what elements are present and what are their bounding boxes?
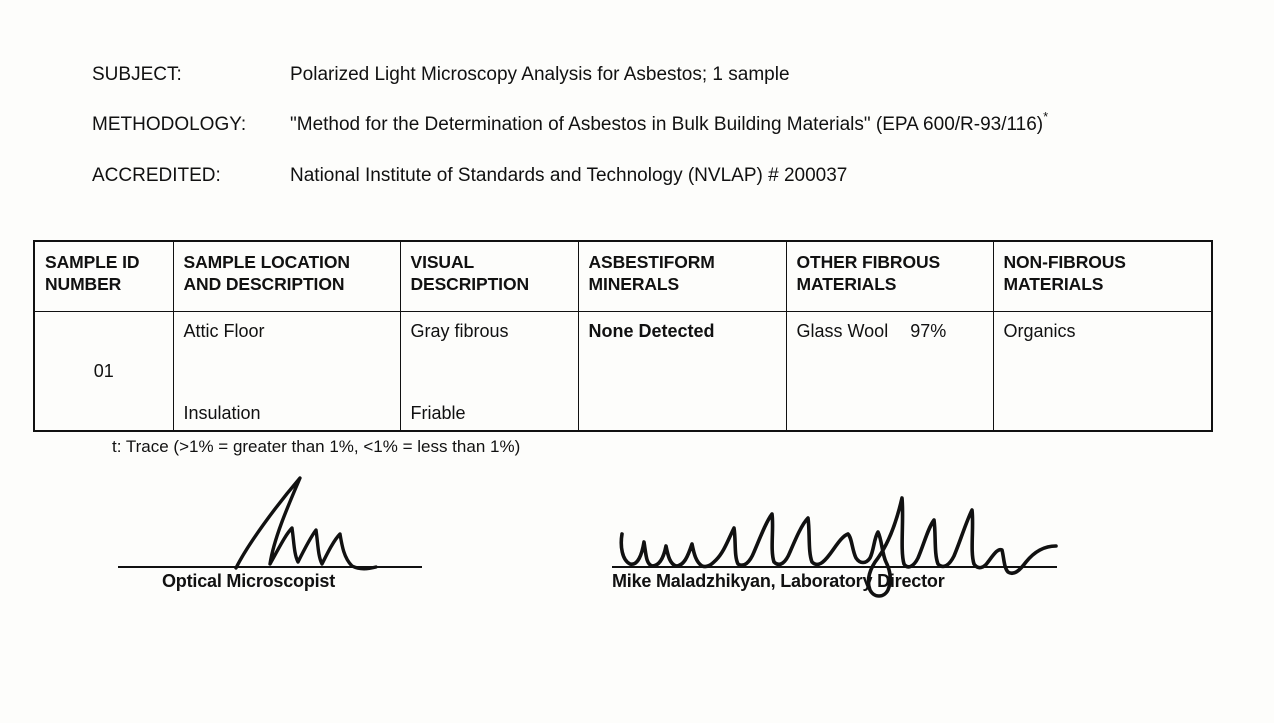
visual-description-top: Gray fibrous <box>410 321 509 341</box>
column-header-line1: VISUAL <box>410 252 475 272</box>
meta-value-accredited: National Institute of Standards and Tech… <box>290 165 848 186</box>
other-fibrous-material-percent: 97% <box>910 321 947 341</box>
column-header-line2: MATERIALS <box>1003 274 1104 294</box>
meta-line-subject: SUBJECT: Polarized Light Microscopy Analy… <box>92 64 790 86</box>
column-header-visual-description: VISUAL DESCRIPTION <box>399 240 579 312</box>
column-header-line2: MINERALS <box>588 274 680 294</box>
meta-line-accredited: ACCREDITED: National Institute of Standar… <box>92 165 847 187</box>
sample-location-stack: Attic Floor Insulation <box>174 312 400 430</box>
table-row: 01 Attic Floor Insulation Gray fibrous F… <box>33 311 1213 432</box>
cell-visual-description: Gray fibrous Friable <box>399 311 579 432</box>
asbestiform-minerals-value: None Detected <box>588 321 715 341</box>
sample-id-value: 01 <box>93 360 114 381</box>
asbestiform-minerals-stack: None Detected <box>579 312 786 430</box>
table-header-row: SAMPLE ID NUMBER SAMPLE LOCATION AND DES… <box>33 240 1213 312</box>
visual-description-stack: Gray fibrous Friable <box>401 312 578 430</box>
meta-label-methodology: METHODOLOGY: <box>92 114 247 135</box>
meta-value-methodology: "Method for the Determination of Asbesto… <box>290 114 1044 135</box>
meta-label-subject: SUBJECT: <box>92 64 182 85</box>
cell-sample-location: Attic Floor Insulation <box>172 311 401 432</box>
other-fibrous-material-name: Glass Wool <box>796 321 889 341</box>
signature-block-optical-microscopist: Optical Microscopist <box>118 470 428 595</box>
meta-label-accredited: ACCREDITED: <box>92 165 221 186</box>
column-header-line2: AND DESCRIPTION <box>183 274 345 294</box>
document-page: SUBJECT: Polarized Light Microscopy Analy… <box>0 0 1274 723</box>
column-header-asbestiform-minerals: ASBESTIFORM MINERALS <box>577 240 787 312</box>
other-fibrous-materials-row: Glass Wool 97% <box>797 320 993 342</box>
meta-line-methodology: METHODOLOGY: "Method for the Determinatio… <box>92 110 1048 136</box>
non-fibrous-materials-value: Organics <box>1003 321 1076 341</box>
signature-caption-laboratory-director: Mike Maladzhikyan, Laboratory Director <box>612 571 945 591</box>
other-fibrous-materials-stack: Glass Wool 97% <box>787 312 993 430</box>
column-header-line2: MATERIALS <box>796 274 897 294</box>
column-header-line1: ASBESTIFORM <box>588 252 715 272</box>
signature-rule <box>118 566 422 568</box>
signature-caption-optical-microscopist: Optical Microscopist <box>162 571 336 591</box>
column-header-sample-location: SAMPLE LOCATION AND DESCRIPTION <box>172 240 401 312</box>
cell-non-fibrous-materials: Organics <box>992 311 1213 432</box>
footnote-marker-asterisk: * <box>1043 108 1049 124</box>
sample-location-bottom: Insulation <box>183 403 261 423</box>
column-header-line1: OTHER FIBROUS <box>796 252 941 272</box>
column-header-line2: DESCRIPTION <box>410 274 530 294</box>
non-fibrous-materials-stack: Organics <box>994 312 1212 430</box>
table-footnote: t: Trace (>1% = greater than 1%, <1% = l… <box>112 437 521 456</box>
sample-location-top: Attic Floor <box>183 321 265 341</box>
column-header-line1: SAMPLE LOCATION <box>183 252 350 272</box>
meta-value-subject: Polarized Light Microscopy Analysis for … <box>290 64 790 85</box>
column-header-non-fibrous-materials: NON-FIBROUS MATERIALS <box>992 240 1213 312</box>
handwritten-signature-ink <box>234 476 378 571</box>
signature-rule <box>612 566 1057 568</box>
visual-description-bottom: Friable <box>410 403 466 423</box>
results-table: SAMPLE ID NUMBER SAMPLE LOCATION AND DES… <box>33 240 1213 432</box>
signature-block-laboratory-director: Mike Maladzhikyan, Laboratory Director <box>612 470 1062 600</box>
column-header-sample-id: SAMPLE ID NUMBER <box>33 240 174 312</box>
column-header-line1: NON-FIBROUS <box>1003 252 1126 272</box>
cell-asbestiform-minerals: None Detected <box>577 311 787 432</box>
cell-sample-id: 01 <box>33 311 174 432</box>
column-header-line2: NUMBER <box>45 274 122 294</box>
cell-other-fibrous-materials: Glass Wool 97% <box>785 311 994 432</box>
column-header-line1: SAMPLE ID <box>45 252 140 272</box>
column-header-other-fibrous-materials: OTHER FIBROUS MATERIALS <box>785 240 994 312</box>
